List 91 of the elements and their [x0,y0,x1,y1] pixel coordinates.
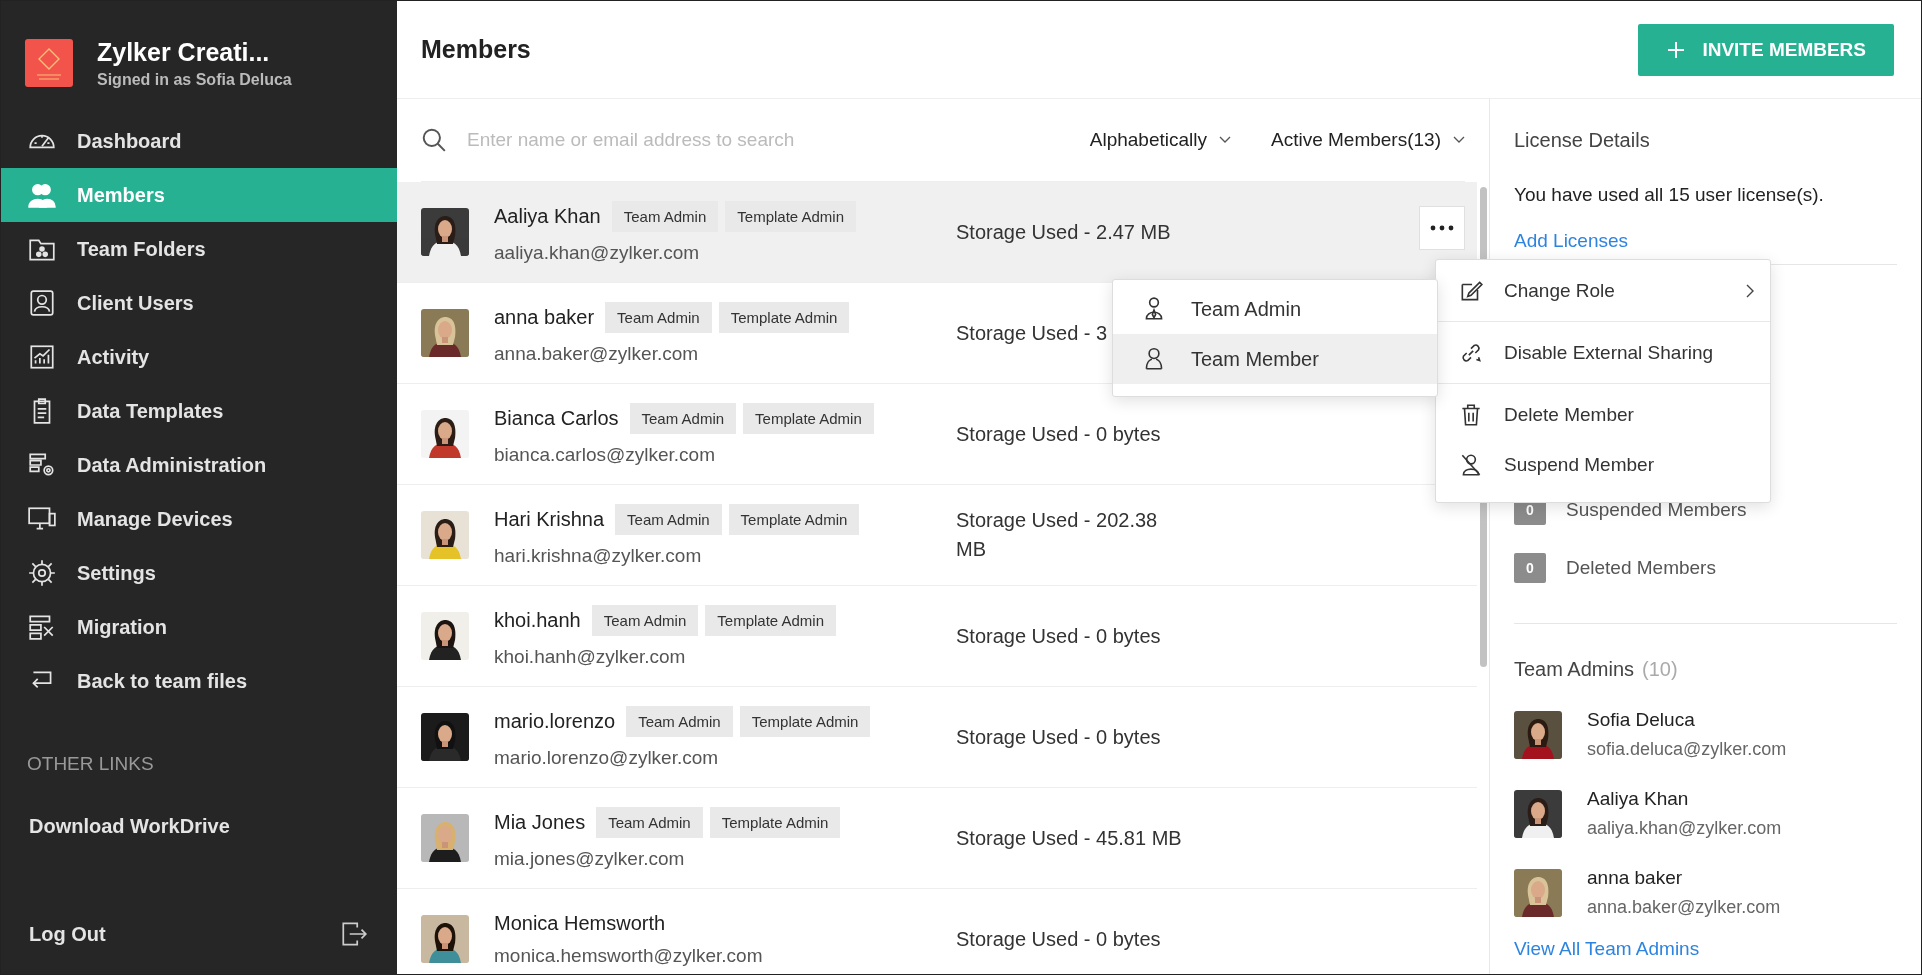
page-title: Members [421,35,531,64]
role-tag: Team Admin [629,402,737,434]
chevron-right-icon [1746,283,1754,298]
admin-name: Aaliya Khan [1587,788,1690,810]
admin-name: Sofia Deluca [1587,709,1696,731]
member-name: Bianca Carlos [494,406,619,430]
member-email: anna.baker@zylker.com [494,342,700,365]
nav-item[interactable]: Manage Devices [1,492,397,546]
member-email: monica.hemsworth@zylker.com [494,944,764,967]
settings-icon [27,558,57,588]
role-tag: Template Admin [718,301,850,333]
log-out-link[interactable]: Log Out [29,922,106,946]
menu-item[interactable]: Team Member [1113,334,1437,384]
nav-link[interactable]: Download WorkDrive [29,815,397,838]
role-tag: Template Admin [739,705,871,737]
member-row[interactable]: mario.lorenzo Team Admin Template Admin mario.lorenzo@zylker.com Storage Used - 0 bytes [397,687,1477,788]
member-row[interactable]: Hari Krishna Team Admin Template Admin hari.krishna@zylker.com Storage Used - 202.38 MB [397,485,1477,586]
member-name: anna baker [494,305,595,329]
nav-item[interactable]: Client Users [1,276,397,330]
license-text: You have used all 15 user license(s). [1514,184,1825,206]
nav-item[interactable]: Settings [1,546,397,600]
plus-icon [1666,39,1687,60]
role-tag: Team Admin [596,806,703,838]
storage-text: Storage Used - 0 bytes [956,421,1162,447]
logo-icon [25,39,73,87]
member-name: khoi.hanh [494,608,581,632]
license-title: License Details [1514,129,1651,152]
member-email: hari.krishna@zylker.com [494,544,703,567]
nav-item[interactable]: Data Administration [1,438,397,492]
role-tag: Template Admin [709,806,841,838]
stat-label: Suspended Members [1566,499,1747,521]
storage-text: Storage Used - 45.81 MB [956,825,1183,851]
chevron-down-icon [1219,136,1231,144]
admin-email: anna.baker@zylker.com [1587,897,1781,918]
log-out-icon[interactable] [339,919,369,949]
member-name: Monica Hemsworth [494,911,666,935]
view-all-team-admins-link[interactable]: View All Team Admins [1514,938,1897,960]
member-name: mario.lorenzo [494,709,616,733]
more-icon [1430,225,1454,231]
sort-dropdown[interactable]: Alphabetically [1089,129,1231,151]
member-email: khoi.hanh@zylker.com [494,645,687,668]
member-name: Mia Jones [494,810,586,834]
member-row[interactable]: khoi.hanh Team Admin Template Admin khoi.hanh@zylker.com Storage Used - 0 bytes [397,586,1477,687]
nav-item[interactable]: Team Folders [1,222,397,276]
storage-text: Storage Used - 0 bytes [956,623,1162,649]
nav-item[interactable]: Data Templates [1,384,397,438]
role-tag: Template Admin [705,604,837,636]
nav-item[interactable]: Dashboard [1,114,397,168]
member-name: Hari Krishna [494,507,605,531]
chevron-down-icon [1453,136,1465,144]
role-tag: Team Admin [605,301,712,333]
admin-name: anna baker [1587,867,1684,889]
admin-email: sofia.deluca@zylker.com [1587,739,1787,760]
filter-dropdown[interactable]: Active Members(13) [1271,129,1465,151]
storage-text: Storage Used - 2.47 MB [956,219,1172,245]
count-badge: 0 [1514,553,1546,583]
stat-label: Deleted Members [1566,557,1716,579]
search-icon [421,127,447,153]
role-tag: Team Admin [615,503,722,535]
team-admins-title: Team Admins [1514,658,1635,681]
menu-item[interactable]: Team Admin [1113,284,1437,334]
role-tag: Template Admin [743,402,874,434]
role-tag: Team Admin [591,604,699,636]
more-button[interactable] [1419,206,1465,250]
storage-text: Storage Used - 0 bytes [956,724,1162,750]
storage-text: Storage Used - 0 bytes [956,926,1162,952]
nav-item[interactable]: Back to team files [1,654,397,708]
role-tag: Team Admin [626,705,733,737]
role-tag: Template Admin [728,503,860,535]
nav-item[interactable]: Migration [1,600,397,654]
role-tag: Template Admin [725,200,857,232]
member-row[interactable]: Monica Hemsworth monica.hemsworth@zylker.com Storage Used - 0 bytes [397,889,1477,974]
member-row[interactable]: Mia Jones Team Admin Template Admin mia.jones@zylker.com Storage Used - 45.81 MB [397,788,1477,889]
chart-icon [27,342,57,372]
storage-text: Storage Used - 202.38 MB [956,508,1159,562]
section-heading: OTHER LINKS [27,753,155,775]
member-email: aaliya.khan@zylker.com [494,241,701,264]
member-email: bianca.carlos@zylker.com [494,443,716,466]
signed-in-text: Signed in as Sofia Deluca [97,70,292,89]
member-row[interactable]: Aaliya Khan Team Admin Template Admin aaliya.khan@zylker.com Storage Used - 2.47 MB [397,182,1477,283]
member-email: mia.jones@zylker.com [494,847,686,870]
team-admins-count: (10) [1642,658,1678,681]
admin-email: aaliya.khan@zylker.com [1587,818,1782,839]
member-name: Aaliya Khan [494,204,601,228]
storage-text: Storage Used - 3 [956,320,1109,346]
organization-name: Zylker Creati... [97,37,271,67]
role-tag: Team Admin [611,200,719,232]
add-licenses-link[interactable]: Add Licenses [1514,230,1897,252]
member-email: mario.lorenzo@zylker.com [494,746,720,769]
user-icon [27,288,57,318]
nav-item[interactable]: Activity [1,330,397,384]
